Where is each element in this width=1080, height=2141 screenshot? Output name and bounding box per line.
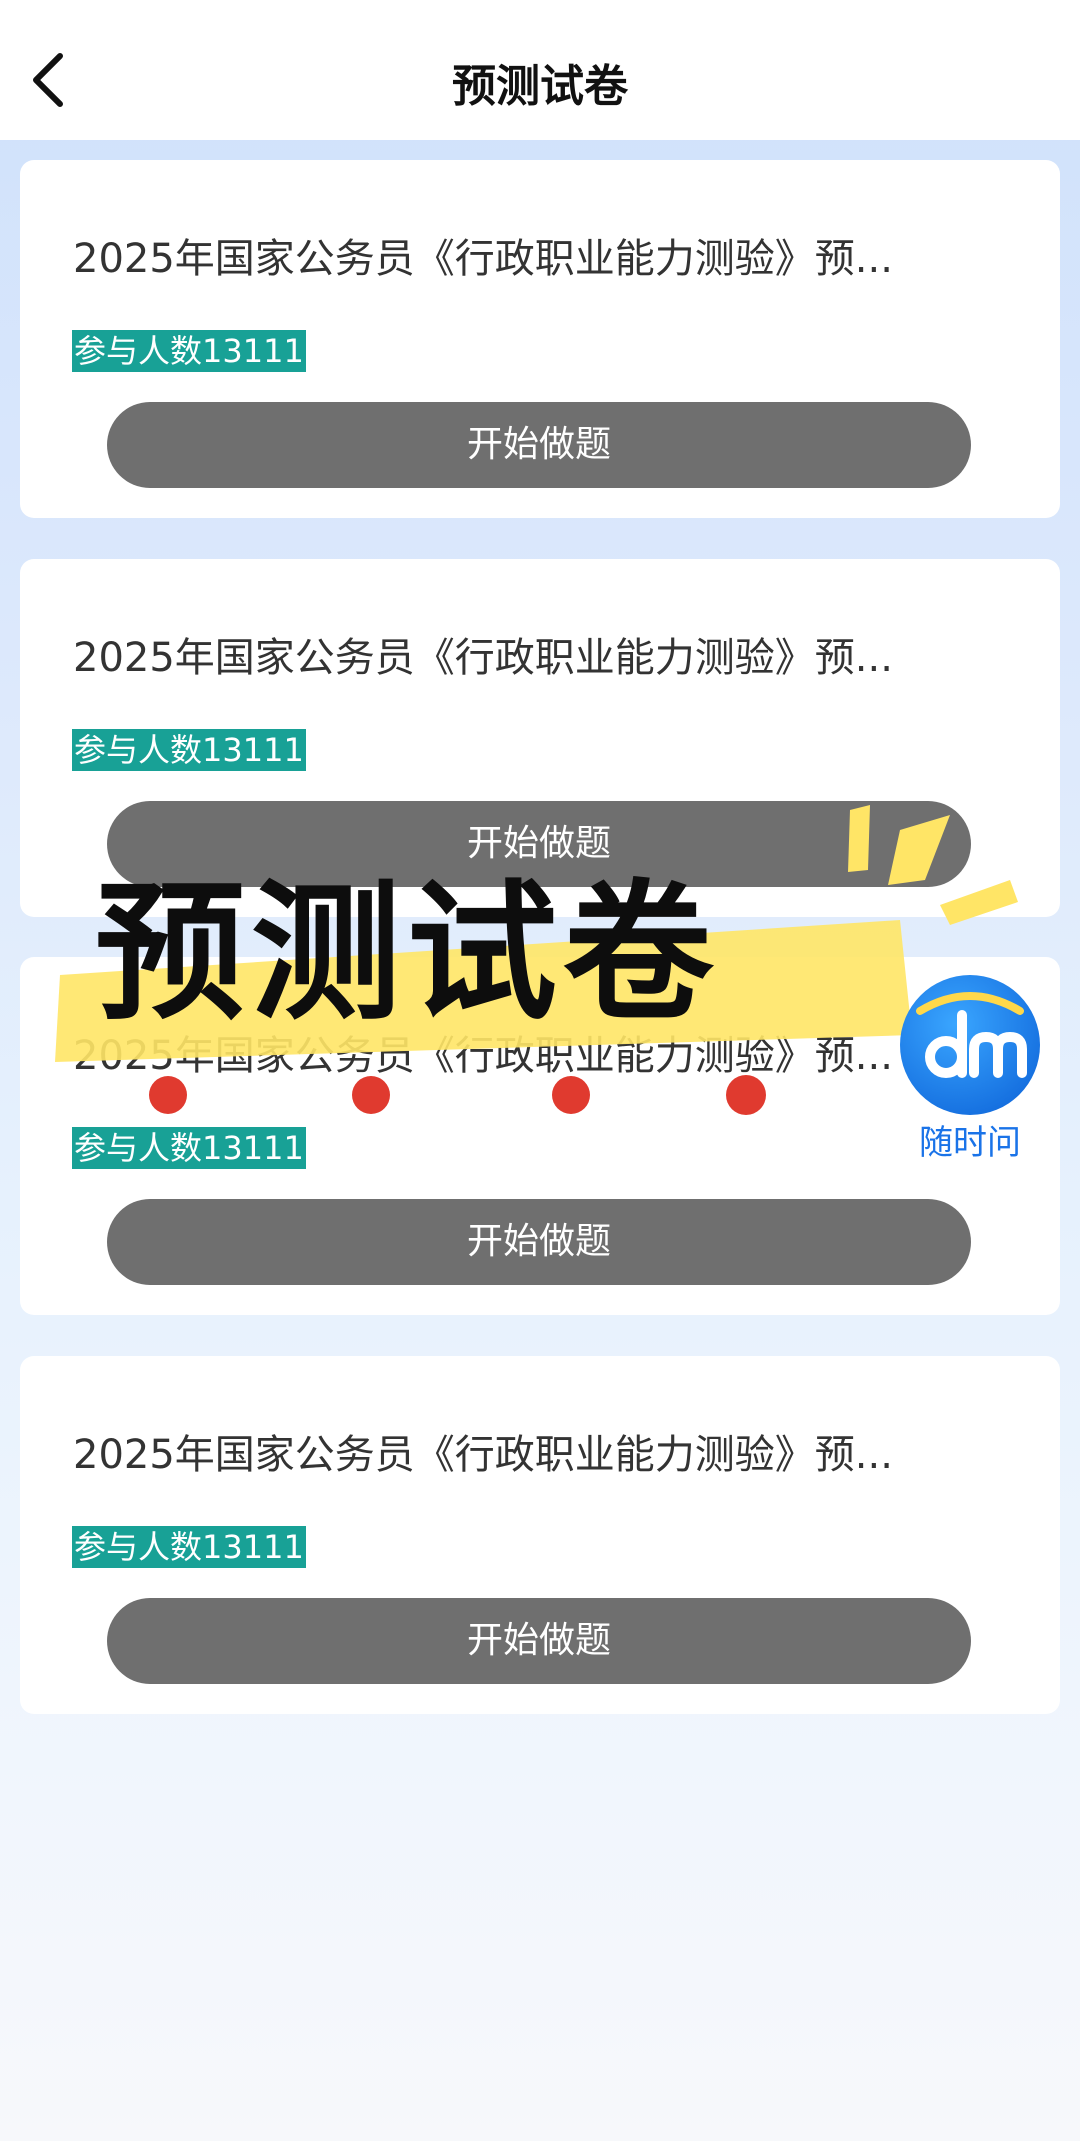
start-exam-button[interactable]: 开始做题 bbox=[107, 1199, 971, 1285]
exam-title: 2025年国家公务员《行政职业能力测验》预... bbox=[73, 236, 893, 282]
exam-title: 2025年国家公务员《行政职业能力测验》预... bbox=[73, 1033, 893, 1079]
dm-logo-icon bbox=[916, 992, 1027, 1078]
participant-count-badge: 参与人数13111 bbox=[72, 1526, 306, 1568]
exam-card[interactable]: 2025年国家公务员《行政职业能力测验》预... 参与人数13111 开始做题 bbox=[20, 160, 1060, 518]
start-exam-button[interactable]: 开始做题 bbox=[107, 1598, 971, 1684]
page-title: 预测试卷 bbox=[452, 61, 628, 112]
participant-count-badge: 参与人数13111 bbox=[72, 729, 306, 771]
participant-count-badge: 参与人数13111 bbox=[72, 1127, 306, 1169]
exam-title: 2025年国家公务员《行政职业能力测验》预... bbox=[73, 635, 893, 681]
start-exam-button[interactable]: 开始做题 bbox=[107, 801, 971, 887]
dm-logo-label[interactable]: 随时问 bbox=[890, 1115, 1050, 1164]
exam-card[interactable]: 2025年国家公务员《行政职业能力测验》预... 参与人数13111 开始做题 bbox=[20, 559, 1060, 917]
dm-logo-button[interactable] bbox=[900, 975, 1040, 1115]
exam-card[interactable]: 2025年国家公务员《行政职业能力测验》预... 参与人数13111 开始做题 bbox=[20, 1356, 1060, 1714]
start-exam-button[interactable]: 开始做题 bbox=[107, 402, 971, 488]
exam-title: 2025年国家公务员《行政职业能力测验》预... bbox=[73, 1432, 893, 1478]
participant-count-badge: 参与人数13111 bbox=[72, 330, 306, 372]
nav-bar: 预测试卷 bbox=[0, 0, 1080, 140]
